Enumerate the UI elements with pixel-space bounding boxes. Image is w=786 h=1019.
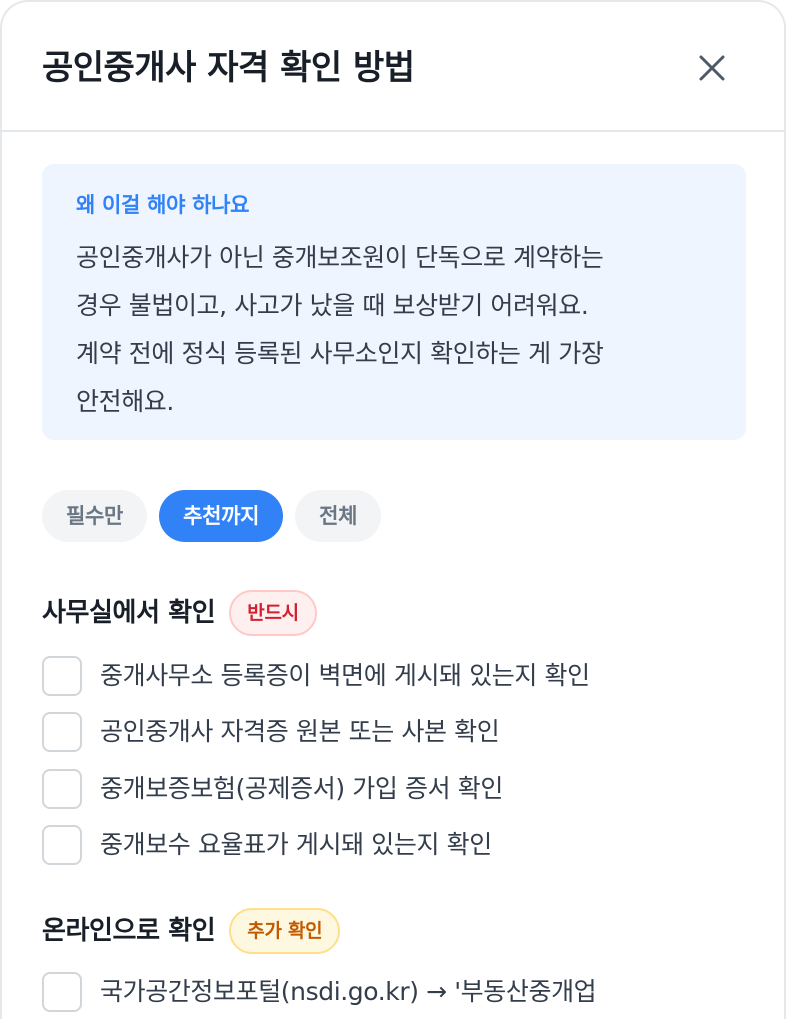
info-line: 공인중개사가 아닌 중개보조원이 단독으로 계약하는 xyxy=(76,243,604,272)
info-line: 안전해요. xyxy=(76,387,174,416)
checklist-item-label: 중개보증보험(공제증서) 가입 증서 확인 xyxy=(100,774,503,803)
sheet-title: 공인중개사 자격 확인 방법 xyxy=(42,48,415,88)
info-line: 계약 전에 정식 등록된 사무소인지 확인하는 게 가장 xyxy=(76,339,604,368)
checklist-item[interactable]: 중개보수 요율표가 게시돼 있는지 확인 xyxy=(42,823,492,867)
filter-chip-required[interactable]: 필수만 xyxy=(42,490,148,542)
section-title: 온라인으로 확인 xyxy=(42,916,216,946)
section-online: 온라인으로 확인 추가 확인 xyxy=(42,908,341,954)
checklist-item-label: 공인중개사 자격증 원본 또는 사본 확인 xyxy=(100,717,500,746)
checkbox[interactable] xyxy=(42,972,82,1012)
required-badge: 반드시 xyxy=(229,590,317,636)
checklist-item[interactable]: 국가공간정보포털(nsdi.go.kr) → '부동산중개업 xyxy=(42,970,597,1014)
checkbox[interactable] xyxy=(42,656,82,696)
checklist-item[interactable]: 중개보증보험(공제증서) 가입 증서 확인 xyxy=(42,767,503,811)
checklist-item[interactable]: 공인중개사 자격증 원본 또는 사본 확인 xyxy=(42,710,500,754)
info-body: 공인중개사가 아닌 중개보조원이 단독으로 계약하는 경우 불법이고, 사고가 … xyxy=(76,234,716,426)
info-line: 경우 불법이고, 사고가 났을 때 보상받기 어려워요. xyxy=(76,291,589,320)
section-office: 사무실에서 확인 반드시 xyxy=(42,590,317,636)
info-heading: 왜 이걸 해야 하나요 xyxy=(76,193,250,217)
bottom-sheet: 공인중개사 자격 확인 방법 왜 이걸 해야 하나요 공인중개사가 아닌 중개보… xyxy=(0,0,786,1019)
close-button[interactable] xyxy=(686,42,738,94)
filter-chips: 필수만 추천까지 전체 xyxy=(42,490,382,542)
filter-chip-recommended[interactable]: 추천까지 xyxy=(159,490,284,542)
filter-chip-all[interactable]: 전체 xyxy=(295,490,382,542)
sheet-header: 공인중개사 자격 확인 방법 xyxy=(2,2,784,132)
checklist-item-label: 중개사무소 등록증이 벽면에 게시돼 있는지 확인 xyxy=(100,661,590,690)
checklist-item-label: 중개보수 요율표가 게시돼 있는지 확인 xyxy=(100,830,492,859)
checkbox[interactable] xyxy=(42,825,82,865)
checkbox[interactable] xyxy=(42,769,82,809)
additional-badge: 추가 확인 xyxy=(229,908,341,954)
close-icon xyxy=(699,55,725,81)
checkbox[interactable] xyxy=(42,712,82,752)
info-callout: 왜 이걸 해야 하나요 공인중개사가 아닌 중개보조원이 단독으로 계약하는 경… xyxy=(42,164,746,440)
checklist-item[interactable]: 중개사무소 등록증이 벽면에 게시돼 있는지 확인 xyxy=(42,654,590,698)
checklist-item-label: 국가공간정보포털(nsdi.go.kr) → '부동산중개업 xyxy=(100,977,597,1006)
section-title: 사무실에서 확인 xyxy=(42,598,216,628)
